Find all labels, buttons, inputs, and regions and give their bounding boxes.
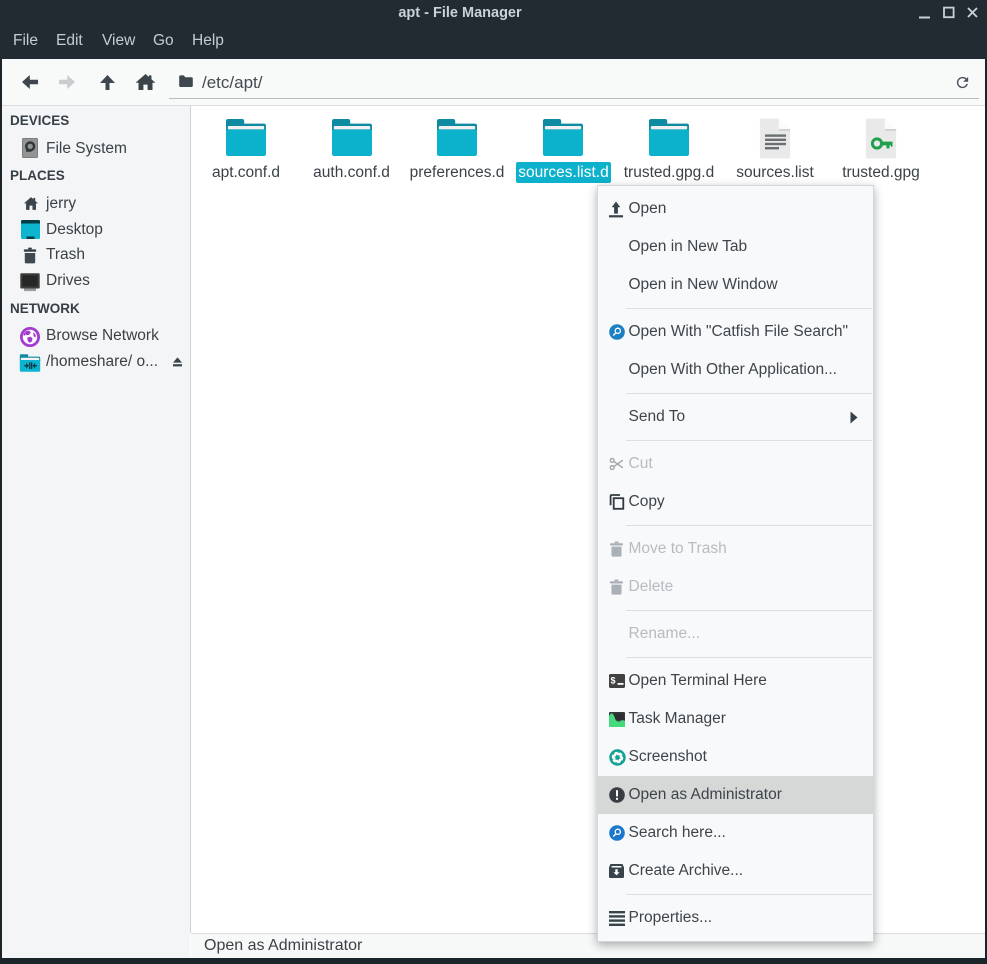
svg-text:$: $ [611,676,616,686]
